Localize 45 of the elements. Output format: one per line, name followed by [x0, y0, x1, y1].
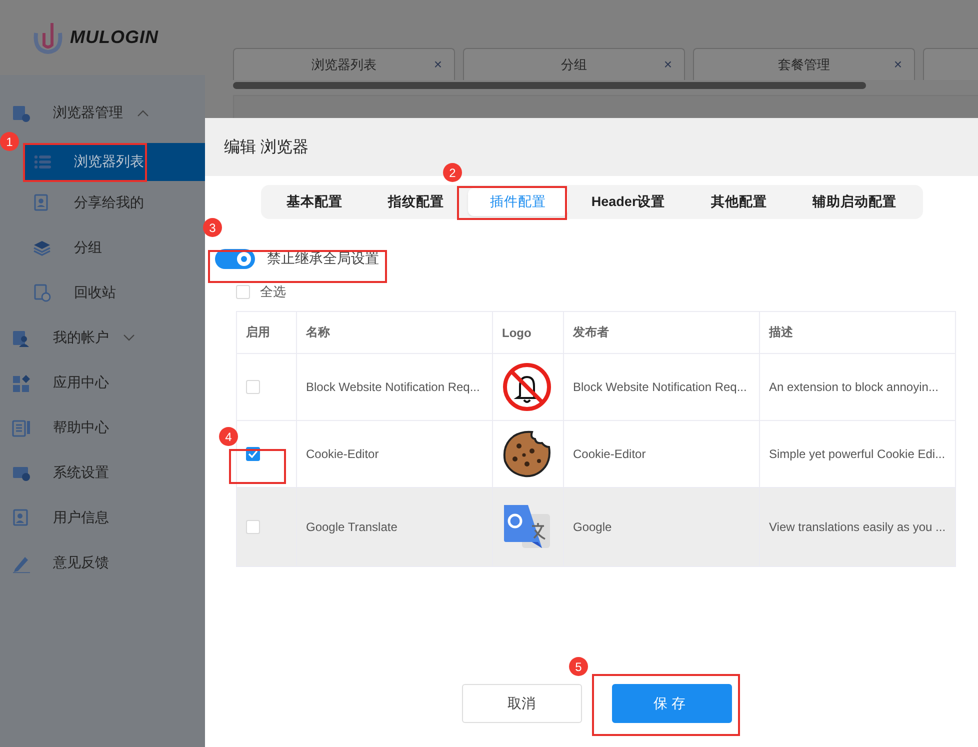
table-row[interactable]: Cookie-Editor Cookie-Editor Simple yet powerful Cookie Edi... [236, 420, 956, 488]
sidebar-item[interactable]: 系统设置 [0, 455, 205, 491]
sidebar-item[interactable]: 意见反馈 [0, 545, 205, 581]
cancel-button[interactable]: 取消 [462, 684, 582, 723]
sidebar-item[interactable]: 浏览器列表 [23, 143, 205, 181]
tab[interactable]: 指纹配置 [366, 188, 466, 216]
column-header: 启用 [236, 312, 296, 354]
sidebar-item[interactable]: 回收站 [0, 275, 205, 311]
check-icon [248, 450, 258, 458]
cookie-icon [502, 429, 552, 479]
tab[interactable]: Header设置 [569, 188, 688, 216]
sidebar-item[interactable]: 应用中心 [0, 365, 205, 401]
checkbox-label: 全选 [260, 283, 286, 301]
column-header: 发布者 [564, 312, 760, 354]
tab[interactable]: 基本配置 [264, 188, 364, 216]
close-icon[interactable]: × [894, 56, 902, 72]
table-row[interactable]: Google Translate Google View translations easily as you ... [236, 488, 956, 566]
scrollbar[interactable] [233, 82, 866, 89]
toggle-switch[interactable] [215, 249, 255, 269]
page-tab[interactable]: 分组 × [463, 48, 685, 80]
close-icon[interactable]: × [664, 56, 672, 72]
logo-text: MULOGIN [70, 27, 158, 48]
page-tab[interactable] [923, 48, 978, 80]
page-tab[interactable]: 套餐管理 × [693, 48, 915, 80]
table-row[interactable]: Block Website Notification Req... Block Website Notification Req... An extension to block annoyin... [236, 354, 956, 420]
tab[interactable]: 其他配置 [688, 188, 789, 216]
sidebar-item[interactable]: 帮助中心 [0, 410, 205, 446]
sidebar-item[interactable]: 浏览器管理 [0, 95, 205, 131]
table-cell: Google [564, 488, 760, 566]
sidebar-item[interactable]: 分享给我的 [0, 185, 205, 221]
sidebar-item[interactable]: 我的帐户 [0, 320, 205, 356]
save-button[interactable]: 保存 [612, 684, 732, 723]
tab[interactable]: 辅助启动配置 [790, 188, 918, 216]
dialog-title: 编辑 浏览器 [224, 138, 308, 158]
close-icon[interactable]: × [434, 56, 442, 72]
sidebar-item[interactable]: 分组 [0, 230, 205, 266]
column-header: 名称 [296, 312, 492, 354]
sidebar-item[interactable]: 用户信息 [0, 500, 205, 536]
page-tab[interactable]: 浏览器列表 × [233, 48, 455, 80]
table-cell: Google Translate [296, 488, 492, 566]
table-cell: View translations easily as you ... [760, 488, 956, 566]
no-bell-icon [502, 362, 552, 412]
column-header: 描述 [760, 312, 956, 354]
highlight-frame [229, 449, 286, 484]
tab[interactable]: 插件配置 [468, 188, 568, 216]
